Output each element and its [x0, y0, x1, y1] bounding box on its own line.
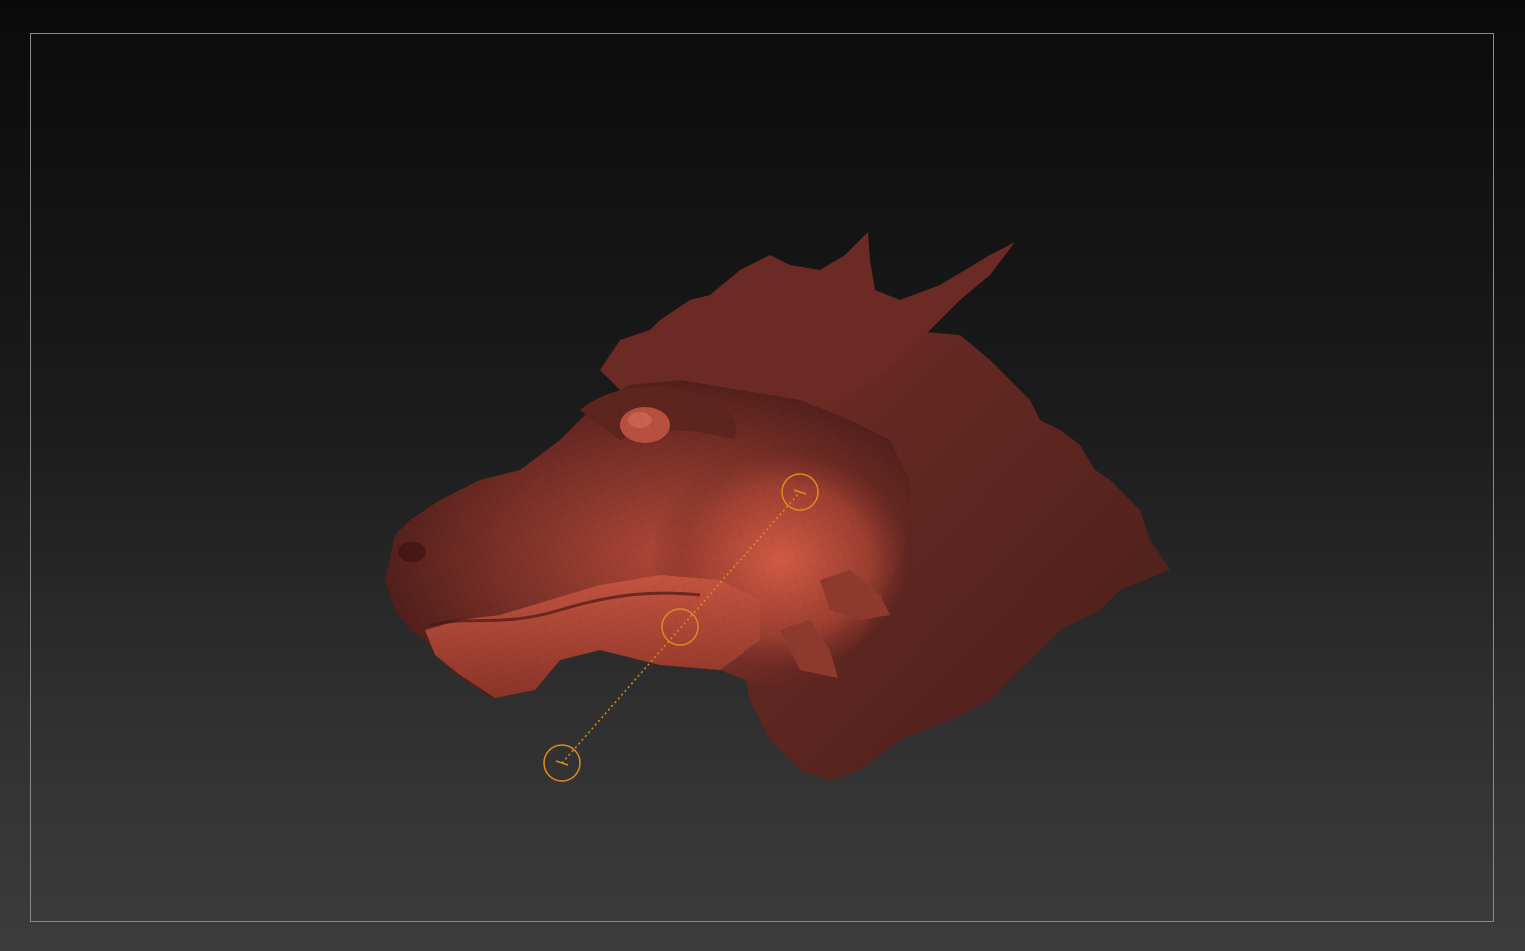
sculpt-viewport-app: [0, 0, 1525, 951]
mesh-overlay: [385, 380, 910, 698]
viewport-canvas[interactable]: [0, 0, 1525, 951]
dragon-head-model[interactable]: [385, 232, 1170, 780]
